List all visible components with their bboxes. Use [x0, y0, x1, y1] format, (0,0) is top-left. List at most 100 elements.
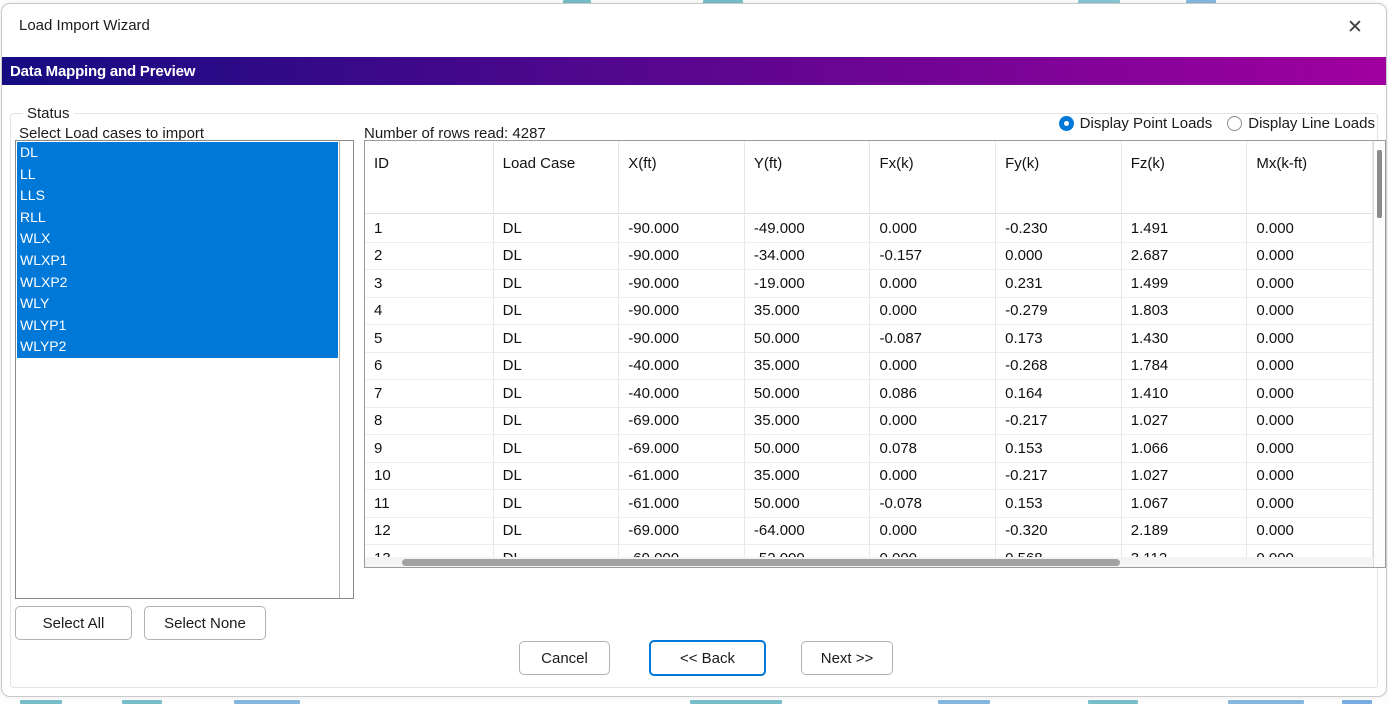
- table-cell: 2: [365, 243, 494, 270]
- table-row[interactable]: 12DL-69.000-64.0000.000-0.3202.1890.000: [365, 518, 1373, 546]
- table-row[interactable]: 10DL-61.00035.0000.000-0.2171.0270.000: [365, 463, 1373, 491]
- table-cell: 0.000: [1247, 353, 1373, 380]
- column-header[interactable]: Fx(k): [870, 141, 996, 213]
- table-cell: -40.000: [619, 353, 745, 380]
- select-all-button[interactable]: Select All: [15, 606, 132, 640]
- table-cell: -40.000: [619, 380, 745, 407]
- wizard-step-title: Data Mapping and Preview: [2, 63, 195, 80]
- table-row[interactable]: 9DL-69.00050.0000.0780.1531.0660.000: [365, 435, 1373, 463]
- column-header[interactable]: Load Case: [494, 141, 620, 213]
- table-cell: -0.279: [996, 298, 1122, 325]
- table-cell: 50.000: [745, 325, 871, 352]
- horizontal-scrollbar-thumb[interactable]: [402, 559, 1120, 566]
- table-cell: -0.217: [996, 463, 1122, 490]
- table-cell: 8: [365, 408, 494, 435]
- display-line-loads-radio[interactable]: Display Line Loads: [1227, 115, 1375, 132]
- column-header[interactable]: Fz(k): [1122, 141, 1248, 213]
- background-artifact: [938, 700, 990, 704]
- table-cell: -90.000: [619, 243, 745, 270]
- table-cell: 1.066: [1122, 435, 1248, 462]
- load-case-items: DLLLLLSRLLWLXWLXP1WLXP2WLYWLYP1WLYP2: [17, 142, 338, 358]
- load-case-item[interactable]: WLY: [17, 293, 338, 315]
- table-cell: 35.000: [745, 408, 871, 435]
- column-header[interactable]: ID: [365, 141, 494, 213]
- table-row[interactable]: 3DL-90.000-19.0000.0000.2311.4990.000: [365, 270, 1373, 298]
- display-mode-radios: Display Point Loads Display Line Loads: [1059, 115, 1375, 132]
- table-cell: DL: [494, 270, 620, 297]
- load-case-listbox[interactable]: DLLLLLSRLLWLXWLXP1WLXP2WLYWLYP1WLYP2: [15, 140, 354, 599]
- next-button[interactable]: Next >>: [801, 641, 893, 675]
- table-cell: DL: [494, 490, 620, 517]
- status-group-label: Status: [23, 105, 74, 122]
- background-artifact: [20, 700, 62, 704]
- table-cell: -0.230: [996, 215, 1122, 242]
- table-cell: 12: [365, 518, 494, 545]
- table-cell: -69.000: [619, 518, 745, 545]
- table-cell: 0.153: [996, 435, 1122, 462]
- table-row[interactable]: 1DL-90.000-49.0000.000-0.2301.4910.000: [365, 215, 1373, 243]
- table-row[interactable]: 6DL-40.00035.0000.000-0.2681.7840.000: [365, 353, 1373, 381]
- load-case-item[interactable]: WLX: [17, 228, 338, 250]
- table-cell: DL: [494, 325, 620, 352]
- table-row[interactable]: 8DL-69.00035.0000.000-0.2171.0270.000: [365, 408, 1373, 436]
- column-header[interactable]: Mx(k-ft): [1247, 141, 1373, 213]
- load-case-item[interactable]: LLS: [17, 185, 338, 207]
- table-row[interactable]: 5DL-90.00050.000-0.0870.1731.4300.000: [365, 325, 1373, 353]
- table-cell: 1.784: [1122, 353, 1248, 380]
- table-cell: -0.157: [870, 243, 996, 270]
- vertical-scrollbar-thumb[interactable]: [1377, 150, 1382, 218]
- table-row[interactable]: 2DL-90.000-34.000-0.1570.0002.6870.000: [365, 243, 1373, 271]
- table-row[interactable]: 4DL-90.00035.0000.000-0.2791.8030.000: [365, 298, 1373, 326]
- table-cell: 35.000: [745, 353, 871, 380]
- background-artifact: [122, 700, 162, 704]
- load-case-item[interactable]: DL: [17, 142, 338, 164]
- background-artifact: [690, 700, 782, 704]
- table-cell: 1: [365, 215, 494, 242]
- table-cell: DL: [494, 518, 620, 545]
- table-row[interactable]: 7DL-40.00050.0000.0860.1641.4100.000: [365, 380, 1373, 408]
- load-case-item[interactable]: WLXP1: [17, 250, 338, 272]
- table-cell: -90.000: [619, 298, 745, 325]
- table-cell: -0.320: [996, 518, 1122, 545]
- cancel-button[interactable]: Cancel: [519, 641, 610, 675]
- table-cell: DL: [494, 353, 620, 380]
- column-header[interactable]: Y(ft): [745, 141, 871, 213]
- select-none-button[interactable]: Select None: [144, 606, 266, 640]
- table-cell: 1.410: [1122, 380, 1248, 407]
- column-header[interactable]: X(ft): [619, 141, 745, 213]
- table-cell: 0.000: [1247, 463, 1373, 490]
- table-cell: 0.078: [870, 435, 996, 462]
- table-cell: -61.000: [619, 490, 745, 517]
- table-cell: 3: [365, 270, 494, 297]
- table-cell: 0.000: [870, 463, 996, 490]
- load-case-item[interactable]: LL: [17, 164, 338, 186]
- table-row[interactable]: 11DL-61.00050.000-0.0780.1531.0670.000: [365, 490, 1373, 518]
- table-cell: 0.086: [870, 380, 996, 407]
- table-cell: DL: [494, 408, 620, 435]
- load-case-item[interactable]: WLYP2: [17, 336, 338, 358]
- table-cell: 50.000: [745, 380, 871, 407]
- table-cell: DL: [494, 298, 620, 325]
- horizontal-scrollbar[interactable]: [365, 557, 1373, 567]
- load-case-item[interactable]: RLL: [17, 207, 338, 229]
- table-cell: 35.000: [745, 298, 871, 325]
- load-case-item[interactable]: WLXP2: [17, 272, 338, 294]
- table-body: 1DL-90.000-49.0000.000-0.2301.4910.0002D…: [365, 215, 1373, 567]
- table-cell: -0.087: [870, 325, 996, 352]
- table-cell: -0.078: [870, 490, 996, 517]
- table-cell: 0.000: [1247, 270, 1373, 297]
- table-cell: 1.499: [1122, 270, 1248, 297]
- window-title: Load Import Wizard: [19, 17, 150, 34]
- load-case-item[interactable]: WLYP1: [17, 315, 338, 337]
- radio-selected-icon: [1059, 116, 1074, 131]
- display-point-loads-radio[interactable]: Display Point Loads: [1059, 115, 1213, 132]
- screen: Load Import Wizard ✕ Data Mapping and Pr…: [0, 0, 1388, 705]
- close-button[interactable]: ✕: [1340, 12, 1370, 42]
- column-header[interactable]: Fy(k): [996, 141, 1122, 213]
- table-cell: 6: [365, 353, 494, 380]
- table-cell: 0.000: [1247, 408, 1373, 435]
- table-cell: 0.173: [996, 325, 1122, 352]
- table-cell: DL: [494, 243, 620, 270]
- back-button[interactable]: << Back: [649, 640, 766, 676]
- vertical-scrollbar[interactable]: [1373, 141, 1385, 567]
